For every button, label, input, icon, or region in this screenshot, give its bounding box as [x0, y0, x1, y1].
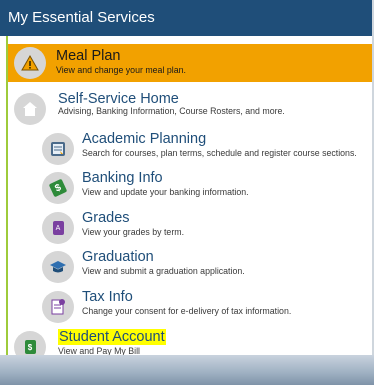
- service-description: View and submit a graduation application…: [82, 266, 245, 276]
- warning-icon: [14, 47, 46, 79]
- service-description: View and Pay My Bill: [58, 346, 140, 355]
- service-title[interactable]: Banking Info: [82, 170, 163, 186]
- service-description: Advising, Banking Information, Course Ro…: [58, 106, 285, 116]
- panel-header: My Essential Services: [0, 0, 372, 36]
- service-title[interactable]: Tax Info: [82, 289, 133, 305]
- service-description: View and update your banking information…: [82, 187, 249, 197]
- service-title[interactable]: Grades: [82, 210, 130, 226]
- service-description: Change your consent for e-delivery of ta…: [82, 306, 292, 316]
- service-title[interactable]: Self-Service Home: [58, 91, 179, 107]
- service-title[interactable]: Graduation: [82, 249, 154, 265]
- search-highlight: Student Account: [58, 329, 166, 345]
- service-title[interactable]: Meal Plan: [56, 48, 120, 64]
- accent-line: [6, 36, 8, 355]
- service-title[interactable]: Student Account: [58, 329, 166, 345]
- banking-icon: $: [42, 172, 74, 204]
- background-image-strip: [0, 355, 374, 385]
- planning-icon: [42, 133, 74, 165]
- grades-icon: A: [42, 212, 74, 244]
- tax-info-icon: [42, 291, 74, 323]
- student-account-icon: $: [14, 331, 46, 355]
- service-description: View and change your meal plan.: [56, 65, 186, 75]
- home-icon: [14, 93, 46, 125]
- service-description: View your grades by term.: [82, 227, 185, 237]
- service-description: Search for courses, plan terms, schedule…: [82, 148, 357, 158]
- service-meal-plan[interactable]: Meal Plan View and change your meal plan…: [6, 44, 372, 82]
- graduation-cap-icon: [42, 251, 74, 283]
- essential-services-panel: My Essential Services Meal Plan View and…: [0, 0, 374, 355]
- service-title[interactable]: Academic Planning: [82, 131, 206, 147]
